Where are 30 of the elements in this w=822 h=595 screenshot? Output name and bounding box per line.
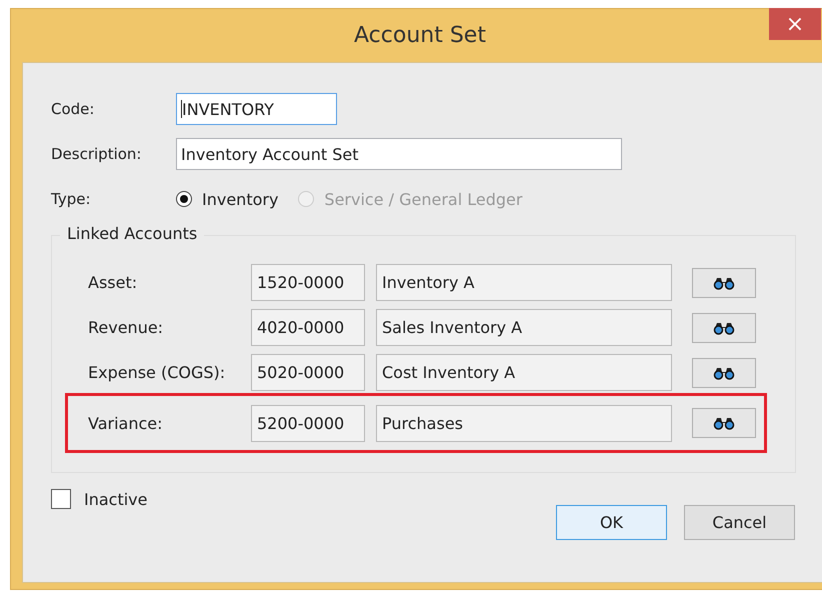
- field-label: Type:: [51, 190, 92, 208]
- dialog-button[interactable]: OK: [556, 505, 667, 540]
- window-title: Account Set: [354, 23, 486, 48]
- binoculars-icon: [712, 416, 736, 430]
- close-button[interactable]: ×: [769, 8, 821, 40]
- text-field[interactable]: INVENTORY: [176, 93, 337, 125]
- field-label: Variance:: [88, 414, 164, 432]
- text-field[interactable]: Inventory Account Set: [176, 138, 622, 170]
- finder-button[interactable]: [692, 312, 756, 342]
- finder-button[interactable]: [692, 358, 756, 388]
- binoculars-icon: [712, 320, 736, 334]
- dialog-button[interactable]: Cancel: [684, 505, 795, 540]
- account-field[interactable]: 1520-0000: [251, 264, 365, 301]
- account-field[interactable]: 4020-0000: [251, 309, 365, 346]
- binoculars-icon: [712, 276, 736, 290]
- account-name-field: Inventory A: [376, 264, 672, 301]
- field-label: Expense (COGS):: [88, 363, 226, 382]
- field-label: Asset:: [88, 273, 138, 292]
- account-name-field: Purchases: [376, 404, 672, 442]
- finder-button[interactable]: [692, 268, 756, 298]
- account-name-field: Sales Inventory A: [376, 309, 672, 346]
- account-field[interactable]: 5020-0000: [251, 354, 365, 391]
- finder-button[interactable]: [692, 408, 756, 438]
- field-label: Description:: [51, 145, 142, 163]
- binoculars-icon: [712, 366, 736, 380]
- radio-option[interactable]: Inventory: [176, 190, 278, 208]
- field-label: Code:: [51, 100, 96, 118]
- account-name-field: Cost Inventory A: [376, 354, 672, 391]
- field-label: Revenue:: [88, 318, 164, 337]
- account-field[interactable]: 5200-0000: [251, 404, 365, 442]
